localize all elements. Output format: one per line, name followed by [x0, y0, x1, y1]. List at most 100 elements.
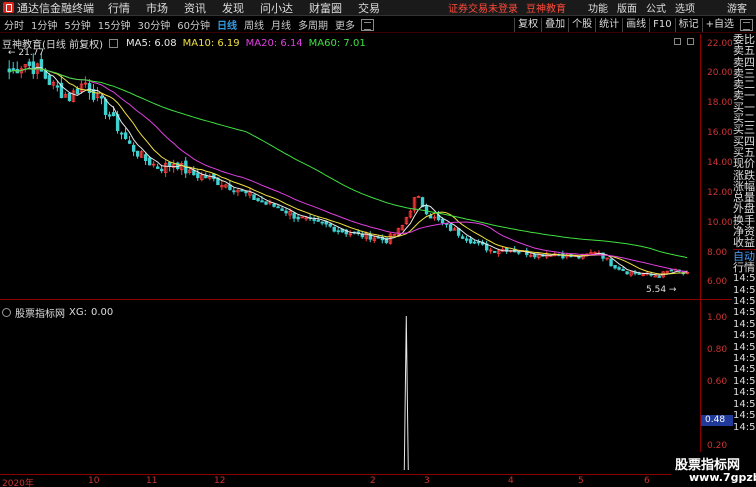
stock-button[interactable]: 个股 — [568, 17, 595, 32]
broker-login-link[interactable]: 证券交易未登录 — [448, 0, 518, 15]
brand-link[interactable]: 豆神教育 — [526, 0, 566, 15]
menu-bar: 通达信金融终端 行情 市场 资讯 发现 问小达 财富圈 交易 证券交易未登录 豆… — [0, 0, 756, 16]
quote-label: 卖五 — [733, 44, 755, 58]
period-multi[interactable]: 多周期 — [298, 17, 328, 32]
period-1min[interactable]: 1分钟 — [31, 17, 57, 32]
candle-body — [468, 238, 473, 244]
ma20-line — [9, 68, 688, 273]
tick: 18.00 — [707, 98, 733, 108]
chart-corner-buttons — [674, 38, 694, 45]
candle-body — [119, 132, 124, 135]
menu-item-news[interactable]: 资讯 — [184, 0, 206, 16]
candle-body — [617, 267, 621, 270]
period-30min[interactable]: 30分钟 — [137, 17, 170, 32]
date-label: 2 — [370, 476, 376, 486]
menu-item-formula[interactable]: 公式 — [646, 0, 666, 15]
candle-body — [493, 250, 497, 253]
window-icon[interactable] — [360, 18, 374, 31]
candle-body — [460, 236, 465, 239]
ma10-readout: MA10: 6.19 — [182, 38, 240, 49]
guest-user[interactable]: 游客 — [727, 0, 747, 15]
indicator-legend: 股票指标网 XG: 0.00 — [2, 305, 113, 320]
ma5-line — [9, 66, 688, 276]
tick-time: 14:50 — [733, 307, 756, 319]
candle-body — [621, 268, 625, 272]
date-axis: 2020年 10 11 12 2 3 4 5 6 — [0, 474, 733, 487]
adjust-button[interactable]: 复权 — [514, 17, 541, 32]
menu-item-discover[interactable]: 发现 — [222, 0, 244, 16]
menu-item-quotes[interactable]: 行情 — [108, 0, 130, 16]
date-label: 6 — [644, 476, 650, 486]
date-label: 11 — [146, 476, 158, 486]
indicator-toggle-icon[interactable] — [2, 308, 11, 317]
tick: 6.00 — [707, 277, 728, 287]
candle-body — [67, 92, 72, 102]
f10-button[interactable]: F10 — [649, 17, 674, 32]
tick-time: 14:50 — [733, 318, 756, 330]
overlay-button[interactable]: 叠加 — [541, 17, 568, 32]
menu-item-function[interactable]: 功能 — [588, 0, 608, 15]
indicator-chart[interactable]: 股票指标网 XG: 0.00 — [0, 302, 732, 474]
candle-body — [464, 238, 469, 241]
period-weekly[interactable]: 周线 — [244, 17, 264, 32]
main-legend: 豆神教育(日线 前复权) MA5: 6.08 MA10: 6.19 MA20: … — [2, 36, 366, 51]
candle-body — [637, 273, 641, 275]
menu-item-trade[interactable]: 交易 — [358, 0, 380, 16]
expand-icon[interactable] — [674, 38, 681, 45]
low-marker: 5.54 → — [646, 285, 677, 295]
candle-body — [11, 68, 16, 70]
date-label: 4 — [508, 476, 514, 486]
xg-value: 0.00 — [90, 307, 114, 318]
tick: 0.60 — [707, 377, 728, 387]
candle-body — [123, 132, 128, 139]
candle-body — [196, 172, 200, 179]
tick-time: 14:50 — [733, 353, 756, 365]
candle-body — [55, 85, 60, 88]
tick-time: 14:50 — [733, 375, 756, 387]
mark-button[interactable]: 标记 — [674, 17, 702, 32]
menu-item-options[interactable]: 选项 — [675, 0, 695, 15]
window-mode-icon[interactable] — [740, 18, 753, 31]
quote-label: 现价 — [733, 157, 755, 171]
main-kline-chart[interactable]: ← 21.77 5.54 → 豆神教育(日线 前复权) MA5: 6.08 MA1… — [0, 34, 732, 298]
quote-side-panel: 委比 卖五 卖四 卖三 卖二 卖一 买一 买二 买三 买四 买五 现价 涨跌 涨幅 总量 外盘 换手 净资 收益 自… — [733, 34, 756, 487]
candle-body — [204, 175, 208, 179]
candle-body — [284, 210, 288, 214]
period-60min[interactable]: 60分钟 — [177, 17, 210, 32]
ma60-readout: MA60: 7.01 — [308, 38, 366, 49]
menu-item-wealth[interactable]: 财富圈 — [309, 0, 342, 16]
kline-svg: ← 21.775.54 → — [7, 48, 689, 295]
tick: 14.00 — [707, 158, 733, 168]
period-15min[interactable]: 15分钟 — [98, 17, 131, 32]
period-monthly[interactable]: 月线 — [271, 17, 291, 32]
candle-body — [264, 201, 268, 205]
candle-body — [613, 265, 617, 269]
indicator-svg — [403, 315, 409, 471]
tick-time: 14:50 — [733, 296, 756, 308]
collapse-icon[interactable] — [108, 39, 118, 48]
candle-body — [320, 221, 324, 224]
menu-item-ask[interactable]: 问小达 — [260, 0, 293, 16]
period-more[interactable]: 更多 — [335, 17, 355, 32]
settings-square-icon[interactable] — [687, 38, 694, 45]
tick: 8.00 — [707, 248, 728, 258]
quote-label: 收益 — [733, 236, 755, 250]
tick-time: 14:50 — [733, 410, 756, 422]
candle-body — [292, 212, 296, 219]
candle-body — [448, 224, 453, 231]
period-5min[interactable]: 5分钟 — [64, 17, 90, 32]
candle-body — [424, 205, 429, 215]
draw-button[interactable]: 画线 — [622, 17, 649, 32]
candle-body — [316, 219, 320, 222]
period-daily[interactable]: 日线 — [217, 17, 237, 32]
candle-body — [111, 112, 116, 117]
candle-body — [232, 190, 236, 193]
menu-item-market[interactable]: 市场 — [146, 0, 168, 16]
stats-button[interactable]: 统计 — [595, 17, 622, 32]
tick-time: 14:50 — [733, 330, 756, 342]
period-intraday[interactable]: 分时 — [4, 17, 24, 32]
add-watchlist-button[interactable]: +自选 — [701, 17, 737, 32]
tick-time: 14:50 — [733, 273, 756, 285]
menu-item-layout[interactable]: 版面 — [617, 0, 637, 15]
watermark-url: www.7gpzb.com — [689, 471, 756, 484]
